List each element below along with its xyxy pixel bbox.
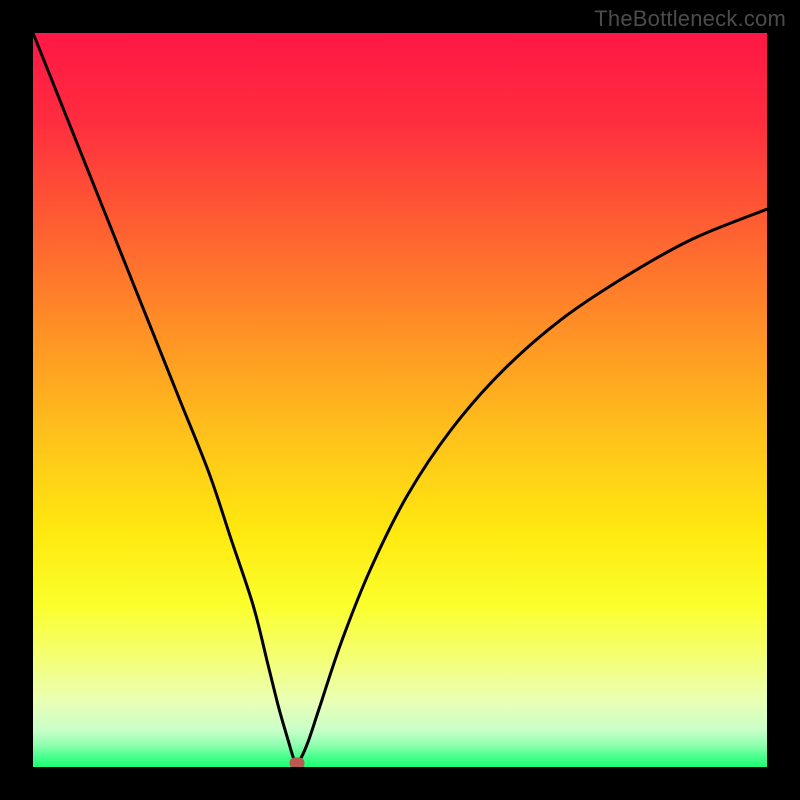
attribution-text: TheBottleneck.com	[594, 6, 786, 32]
optimum-marker	[290, 757, 305, 767]
chart-frame: TheBottleneck.com	[0, 0, 800, 800]
plot-area	[33, 33, 767, 767]
marker-layer	[33, 33, 767, 767]
